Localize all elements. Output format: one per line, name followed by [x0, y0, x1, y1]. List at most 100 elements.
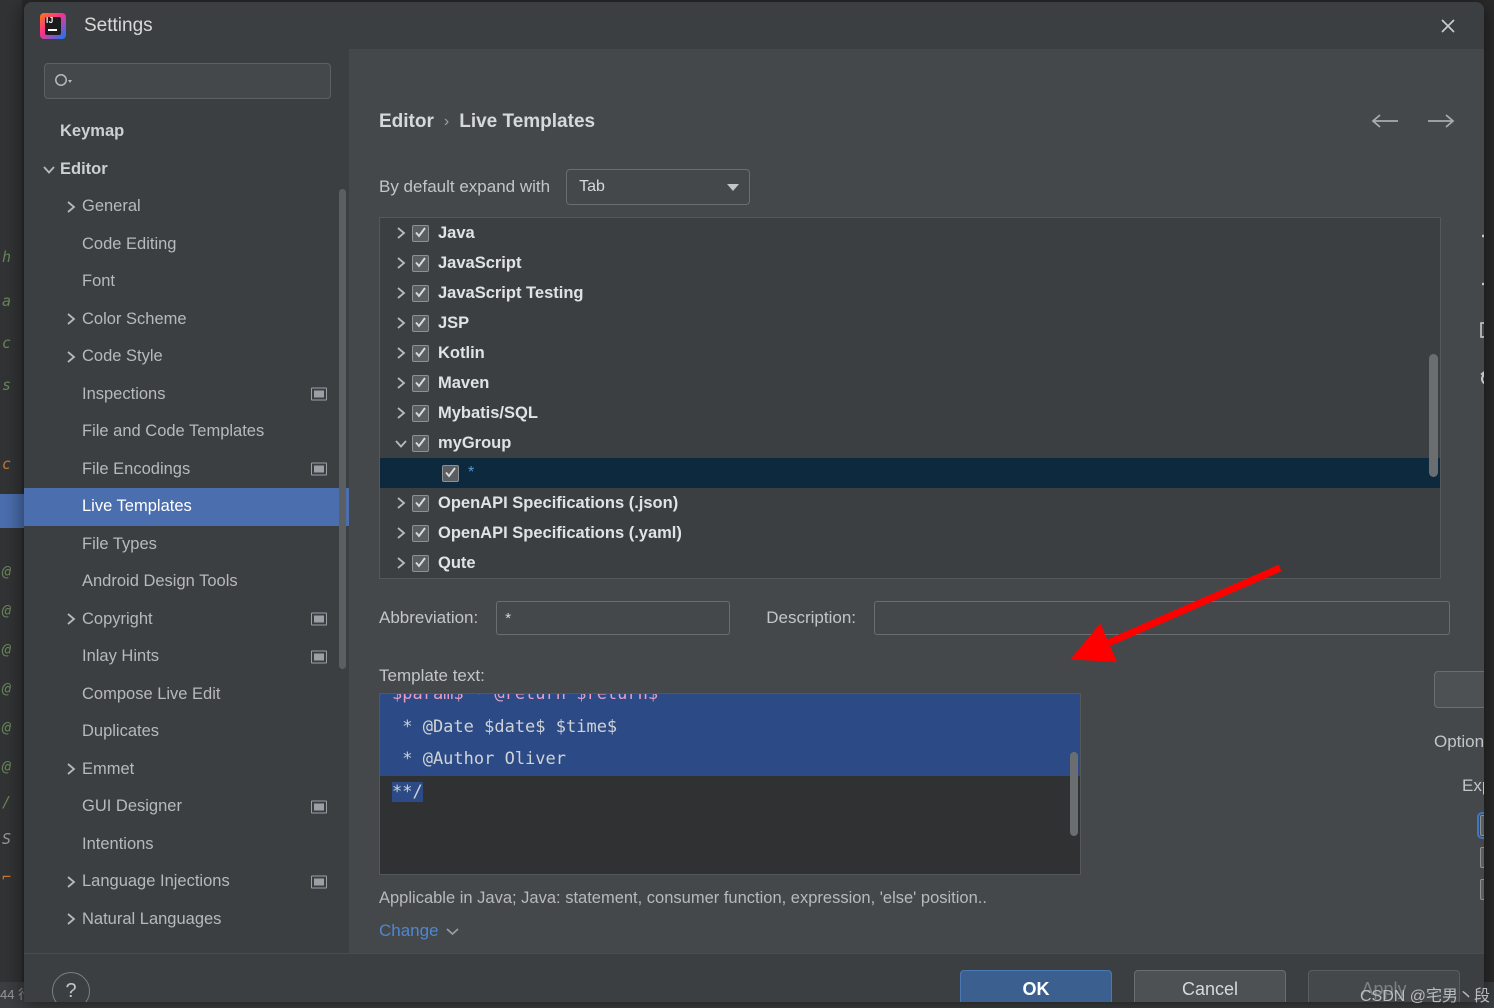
sidebar-scrollbar[interactable]: [339, 189, 346, 669]
template-checkbox[interactable]: [412, 224, 429, 242]
default-expand-select[interactable]: Tab: [566, 169, 751, 205]
chevron-right-icon[interactable]: [60, 612, 82, 626]
abbreviation-input[interactable]: *: [496, 601, 731, 635]
option-shorten-fq-names[interactable]: Shorten FQ names: [1434, 879, 1484, 900]
bg-code-fragment: @: [2, 679, 12, 697]
chevron-right-icon[interactable]: [390, 226, 412, 240]
sidebar-item-intentions[interactable]: Intentions: [24, 826, 349, 864]
template-group-maven[interactable]: Maven: [380, 368, 1440, 398]
description-label: Description:: [766, 608, 856, 627]
sidebar-item-code-editing[interactable]: Code Editing: [24, 226, 349, 264]
sidebar-item-android-design-tools[interactable]: Android Design Tools: [24, 563, 349, 601]
breadcrumb-parent[interactable]: Editor: [379, 111, 434, 133]
sidebar-item-file-encodings[interactable]: File Encodings: [24, 451, 349, 489]
revert-icon[interactable]: [1473, 362, 1484, 394]
template-group-kotlin[interactable]: Kotlin: [380, 338, 1440, 368]
chevron-right-icon[interactable]: [390, 316, 412, 330]
option-checkbox[interactable]: [1477, 812, 1484, 839]
sidebar-item-file-and-code-templates[interactable]: File and Code Templates: [24, 413, 349, 451]
sidebar-item-label: Color Scheme: [82, 309, 187, 328]
chevron-right-icon[interactable]: [390, 376, 412, 390]
chevron-down-icon[interactable]: [38, 164, 60, 175]
change-context-link[interactable]: Change: [379, 921, 459, 941]
ok-button[interactable]: OK: [960, 970, 1112, 1002]
chevron-right-icon[interactable]: [390, 406, 412, 420]
sidebar-item-live-templates[interactable]: Live Templates: [24, 488, 349, 526]
chevron-right-icon[interactable]: [390, 346, 412, 360]
description-input[interactable]: [874, 601, 1450, 635]
option-checkbox[interactable]: [1480, 847, 1484, 868]
template-group-jsp[interactable]: JSP: [380, 308, 1440, 338]
sidebar-item-natural-languages[interactable]: Natural Languages: [24, 901, 349, 939]
template-group-javascript[interactable]: JavaScript: [380, 248, 1440, 278]
chevron-right-icon[interactable]: [390, 556, 412, 570]
edit-variables-button[interactable]: Edit Variables...: [1434, 671, 1484, 708]
sidebar-item-emmet[interactable]: Emmet: [24, 751, 349, 789]
templates-list[interactable]: Java JavaScript JavaScript Testing JSP Kotli…: [379, 217, 1441, 579]
template-checkbox[interactable]: [412, 494, 429, 512]
template-checkbox[interactable]: [412, 434, 429, 452]
search-box[interactable]: [44, 63, 331, 99]
template-group-qute[interactable]: Qute: [380, 548, 1440, 578]
sidebar-item-label: Language Injections: [82, 872, 230, 891]
chevron-right-icon[interactable]: [390, 496, 412, 510]
remove-template-button[interactable]: [1473, 268, 1484, 300]
template-group-javascript-testing[interactable]: JavaScript Testing: [380, 278, 1440, 308]
template-group-star[interactable]: *: [380, 458, 1440, 488]
arrow-right-icon[interactable]: [1424, 111, 1458, 136]
sidebar-item-general[interactable]: General: [24, 188, 349, 226]
sidebar-item-file-types[interactable]: File Types: [24, 526, 349, 564]
sidebar-item-language-injections[interactable]: Language Injections: [24, 863, 349, 901]
help-icon[interactable]: ?: [52, 972, 90, 1002]
sidebar-item-editor[interactable]: Editor: [24, 151, 349, 189]
sidebar-item-font[interactable]: Font: [24, 263, 349, 301]
sidebar-item-copyright[interactable]: Copyright: [24, 601, 349, 639]
search-input[interactable]: [73, 72, 322, 90]
dialog-title: Settings: [84, 14, 153, 36]
add-template-button[interactable]: [1473, 221, 1484, 253]
chevron-right-icon[interactable]: [60, 312, 82, 326]
sidebar-item-keymap[interactable]: Keymap: [24, 113, 349, 151]
chevron-right-icon[interactable]: [390, 256, 412, 270]
template-checkbox[interactable]: [412, 284, 429, 302]
template-checkbox[interactable]: [412, 314, 429, 332]
template-group-java[interactable]: Java: [380, 218, 1440, 248]
sidebar-item-inspections[interactable]: Inspections: [24, 376, 349, 414]
template-editor-scrollbar[interactable]: [1070, 752, 1078, 836]
template-group-mybatis-sql[interactable]: Mybatis/SQL: [380, 398, 1440, 428]
sidebar-item-inlay-hints[interactable]: Inlay Hints: [24, 638, 349, 676]
template-checkbox[interactable]: [412, 554, 429, 572]
template-checkbox[interactable]: [412, 404, 429, 422]
template-checkbox[interactable]: [442, 464, 459, 482]
template-checkbox[interactable]: [412, 524, 429, 542]
chevron-right-icon[interactable]: [60, 350, 82, 364]
cancel-button[interactable]: Cancel: [1134, 970, 1286, 1002]
template-group-mygroup[interactable]: myGroup: [380, 428, 1440, 458]
close-icon[interactable]: [1434, 12, 1462, 40]
template-checkbox[interactable]: [412, 374, 429, 392]
arrow-left-icon[interactable]: [1368, 111, 1402, 136]
sidebar-item-code-style[interactable]: Code Style: [24, 338, 349, 376]
chevron-down-icon: [727, 183, 740, 191]
chevron-right-icon[interactable]: [390, 526, 412, 540]
sidebar-item-duplicates[interactable]: Duplicates: [24, 713, 349, 751]
template-text-editor[interactable]: $param$ * @return $return$ * @Date $date…: [379, 693, 1081, 875]
templates-list-scrollbar[interactable]: [1429, 354, 1438, 477]
sidebar-item-compose-live-edit[interactable]: Compose Live Edit: [24, 676, 349, 714]
option-use-static-import-if-possible[interactable]: Use static import if possible: [1434, 847, 1484, 868]
template-checkbox[interactable]: [412, 254, 429, 272]
template-group-openapi-specifications-yaml[interactable]: OpenAPI Specifications (.yaml): [380, 518, 1440, 548]
template-checkbox[interactable]: [412, 344, 429, 362]
chevron-right-icon[interactable]: [60, 912, 82, 926]
option-reformat-according-to-style[interactable]: Reformat according to style: [1434, 812, 1484, 839]
template-group-openapi-specifications-json[interactable]: OpenAPI Specifications (.json): [380, 488, 1440, 518]
copy-icon[interactable]: [1473, 315, 1484, 347]
option-checkbox[interactable]: [1480, 879, 1484, 900]
chevron-down-icon[interactable]: [390, 438, 412, 449]
chevron-right-icon[interactable]: [60, 200, 82, 214]
sidebar-item-gui-designer[interactable]: GUI Designer: [24, 788, 349, 826]
chevron-right-icon[interactable]: [60, 875, 82, 889]
chevron-right-icon[interactable]: [390, 286, 412, 300]
sidebar-item-color-scheme[interactable]: Color Scheme: [24, 301, 349, 339]
chevron-right-icon[interactable]: [60, 762, 82, 776]
